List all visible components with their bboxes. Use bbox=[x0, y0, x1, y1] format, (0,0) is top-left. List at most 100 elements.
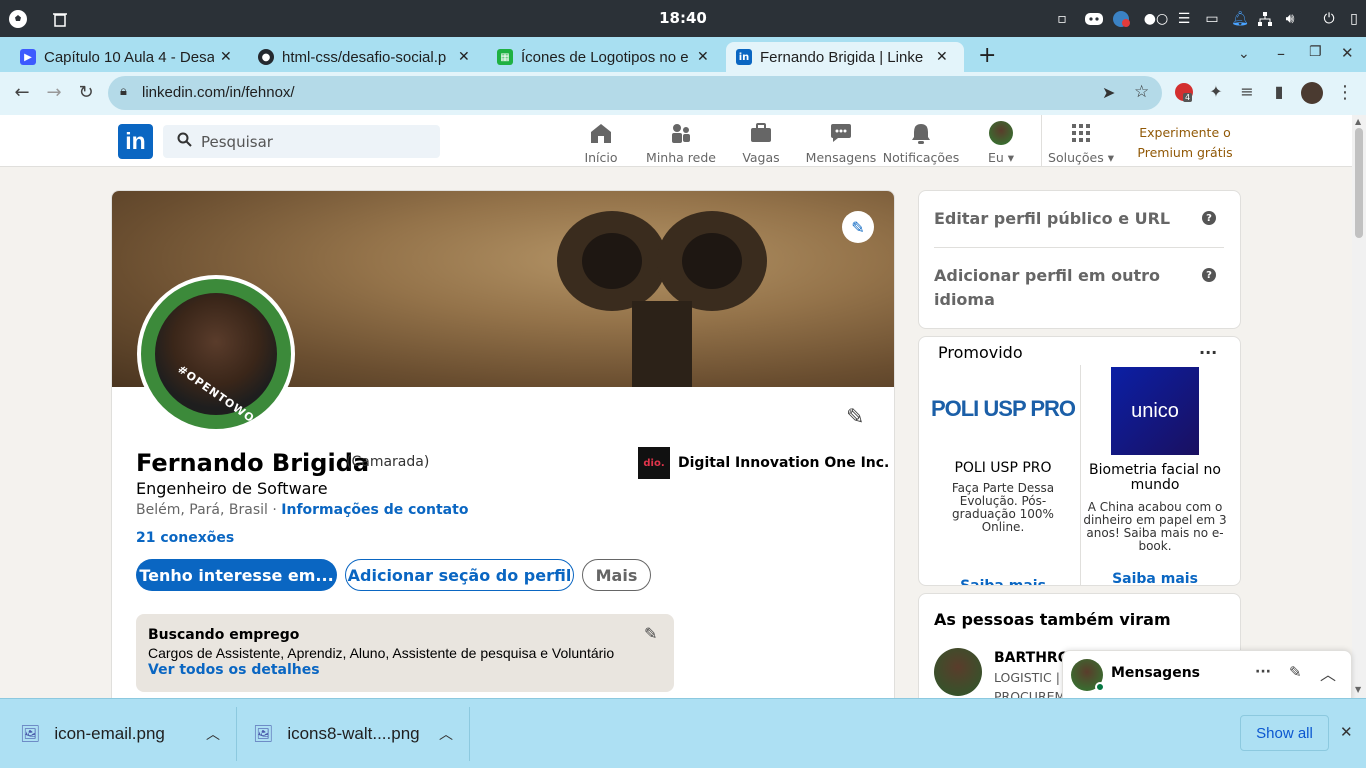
volume-icon[interactable]: 🔊︎ bbox=[1280, 9, 1300, 29]
close-tab-icon[interactable]: ✕ bbox=[220, 49, 232, 65]
close-tab-icon[interactable]: ✕ bbox=[697, 49, 709, 65]
power-icon[interactable]: ⏻ bbox=[1319, 9, 1339, 29]
learn-more-link[interactable]: Saiba mais bbox=[1081, 571, 1229, 585]
see-all-details-link[interactable]: Ver todos os detalhes bbox=[148, 662, 320, 678]
browser-tab-youtube[interactable]: ▶ Capítulo 10 Aula 4 - Desa ✕ bbox=[10, 42, 246, 72]
browser-tab-github[interactable]: ● html-css/desafio-social.p ✕ bbox=[248, 42, 484, 72]
premium-trial-link[interactable]: Experimente o Premium grátis bbox=[1130, 123, 1240, 163]
close-window-icon[interactable]: ✕ bbox=[1341, 44, 1354, 62]
grid-icon bbox=[1041, 121, 1121, 145]
caret-down-icon: ▾ bbox=[1107, 150, 1114, 165]
scrollbar-thumb[interactable] bbox=[1355, 128, 1363, 238]
screen-lock-icon[interactable]: ▯ bbox=[1344, 9, 1364, 29]
help-icon[interactable]: ? bbox=[1202, 211, 1216, 225]
browser-tab-linkedin[interactable]: in Fernando Brigida | Linke ✕ bbox=[726, 42, 964, 72]
help-icon[interactable]: ? bbox=[1202, 268, 1216, 282]
browser-tab-icons8[interactable]: ▦ Ícones de Logotipos no e ✕ bbox=[487, 42, 723, 72]
premium-line1: Experimente o bbox=[1139, 125, 1231, 140]
address-bar[interactable]: 🔒︎ linkedin.com/in/fehnox/ ➤ ☆ bbox=[108, 76, 1162, 110]
company-name: Digital Innovation One Inc. bbox=[678, 455, 890, 471]
ad-unico[interactable]: unico Biometria facial no mundo A China … bbox=[1081, 367, 1229, 585]
chevron-up-icon[interactable]: ︿ bbox=[206, 724, 220, 744]
linkedin-icon: in bbox=[736, 49, 752, 65]
learn-more-link[interactable]: Saiba mais bbox=[929, 578, 1077, 585]
ad-poli-usp-pro[interactable]: POLI USP PRO POLI USP PRO Faça Parte Des… bbox=[929, 367, 1077, 585]
search-input[interactable]: Pesquisar bbox=[163, 125, 440, 158]
minimize-icon[interactable]: – bbox=[1277, 44, 1285, 63]
add-language-line1: Adicionar perfil em outro bbox=[934, 266, 1161, 285]
add-language-profile-link[interactable]: Adicionar perfil em outro idioma bbox=[934, 264, 1160, 312]
menu-icon[interactable]: ☰ bbox=[1174, 9, 1194, 29]
media-queue-icon[interactable]: ≡ bbox=[1236, 82, 1258, 101]
url-text: linkedin.com/in/fehnox/ bbox=[142, 84, 295, 101]
youtube-icon: ▶ bbox=[20, 49, 36, 65]
nav-notifications[interactable]: Notificações bbox=[881, 121, 961, 165]
premium-line2: Premium grátis bbox=[1137, 145, 1233, 160]
nav-messaging[interactable]: Mensagens bbox=[801, 121, 881, 165]
nav-network[interactable]: Minha rede bbox=[641, 121, 721, 165]
add-profile-section-button[interactable]: Adicionar seção do perfil bbox=[345, 559, 574, 591]
edit-intro-pencil-icon[interactable]: ✎ bbox=[846, 405, 864, 430]
download-item[interactable]: 🖼︎ icons8-walt....png ︿ bbox=[253, 699, 469, 768]
lock-icon: 🔒︎ bbox=[120, 84, 127, 99]
send-icon[interactable]: ➤ bbox=[1102, 83, 1115, 102]
nav-label: Notificações bbox=[882, 150, 960, 165]
open-to-button[interactable]: Tenho interesse em... bbox=[136, 559, 337, 591]
show-all-downloads-button[interactable]: Show all bbox=[1240, 715, 1329, 751]
nav-jobs[interactable]: Vagas bbox=[721, 121, 801, 165]
bookmark-star-icon[interactable]: ☆ bbox=[1134, 82, 1149, 102]
chrome-status-icon[interactable] bbox=[1111, 9, 1131, 29]
person-avatar[interactable] bbox=[934, 648, 982, 696]
compose-message-icon[interactable]: ✎ bbox=[1289, 663, 1302, 681]
promoted-title: Promovido bbox=[938, 343, 1023, 362]
media-dots-icon[interactable]: ●○ bbox=[1143, 9, 1169, 29]
separator-dot: · bbox=[272, 502, 277, 518]
contact-info-link[interactable]: Informações de contato bbox=[281, 502, 468, 518]
network-icon[interactable] bbox=[1255, 9, 1275, 29]
more-options-icon[interactable]: ··· bbox=[1255, 664, 1271, 680]
linkedin-logo-icon[interactable]: in bbox=[118, 124, 153, 159]
clipboard-icon[interactable]: ▫ bbox=[1052, 9, 1072, 29]
tab-search-chevron-icon[interactable]: ⌄ bbox=[1238, 46, 1250, 62]
scroll-up-icon[interactable]: ▲ bbox=[1355, 117, 1361, 126]
more-button[interactable]: Mais bbox=[582, 559, 651, 591]
nav-label: Mensagens bbox=[805, 150, 877, 165]
profile-photo[interactable]: #OPENTOWORK bbox=[137, 275, 295, 436]
browser-tab-strip: ▶ Capítulo 10 Aula 4 - Desa ✕ ● html-css… bbox=[0, 37, 1366, 72]
extensions-puzzle-icon[interactable]: ✦ bbox=[1205, 82, 1227, 101]
more-vertical-icon[interactable]: ⋮ bbox=[1334, 82, 1356, 103]
profile-avatar-icon[interactable] bbox=[1301, 82, 1323, 104]
more-options-icon[interactable]: ··· bbox=[1199, 343, 1217, 362]
folder-icon[interactable]: ▭ bbox=[1202, 9, 1222, 29]
back-icon[interactable]: ← bbox=[11, 82, 33, 103]
download-item[interactable]: 🖼︎ icon-email.png ︿ bbox=[20, 699, 236, 768]
forward-icon[interactable]: → bbox=[43, 82, 65, 103]
nav-solutions[interactable]: Soluções ▾ bbox=[1041, 121, 1121, 165]
messaging-widget[interactable]: Mensagens ··· ✎ ︿ bbox=[1062, 650, 1352, 700]
tab-title: Capítulo 10 Aula 4 - Desa bbox=[44, 48, 214, 66]
edit-banner-pencil-icon[interactable]: ✎ bbox=[842, 211, 874, 243]
scroll-down-icon[interactable]: ▼ bbox=[1355, 685, 1361, 694]
reload-icon[interactable]: ↻ bbox=[75, 82, 97, 103]
divider bbox=[469, 707, 470, 761]
discord-icon[interactable] bbox=[1084, 9, 1104, 29]
chevron-up-icon[interactable]: ︿ bbox=[439, 724, 453, 744]
maximize-icon[interactable]: ❐ bbox=[1309, 44, 1322, 60]
profile-pronouns: (Camarada) bbox=[346, 454, 430, 470]
nav-label: Início bbox=[584, 150, 618, 165]
new-tab-plus-icon[interactable]: + bbox=[978, 43, 996, 68]
close-download-bar-icon[interactable]: ✕ bbox=[1340, 723, 1353, 741]
edit-open-to-work-pencil-icon[interactable]: ✎ bbox=[644, 624, 657, 643]
connections-link[interactable]: 21 conexões bbox=[136, 530, 234, 546]
close-tab-icon[interactable]: ✕ bbox=[458, 49, 470, 65]
current-company[interactable]: dio. Digital Innovation One Inc. bbox=[638, 447, 889, 479]
adblock-extension-icon[interactable]: 4 bbox=[1175, 83, 1193, 102]
nav-home[interactable]: Início bbox=[561, 121, 641, 165]
page-scrollbar[interactable]: ▲ ▼ bbox=[1352, 115, 1366, 698]
edit-public-profile-link[interactable]: Editar perfil público e URL bbox=[934, 207, 1170, 231]
chevron-up-icon[interactable]: ︿ bbox=[1320, 661, 1336, 685]
close-tab-icon[interactable]: ✕ bbox=[936, 49, 948, 65]
side-panel-icon[interactable]: ▮ bbox=[1268, 82, 1290, 101]
nav-me[interactable]: Eu ▾ bbox=[961, 121, 1041, 165]
notification-bell-icon[interactable]: 🔔︎ bbox=[1230, 9, 1250, 29]
